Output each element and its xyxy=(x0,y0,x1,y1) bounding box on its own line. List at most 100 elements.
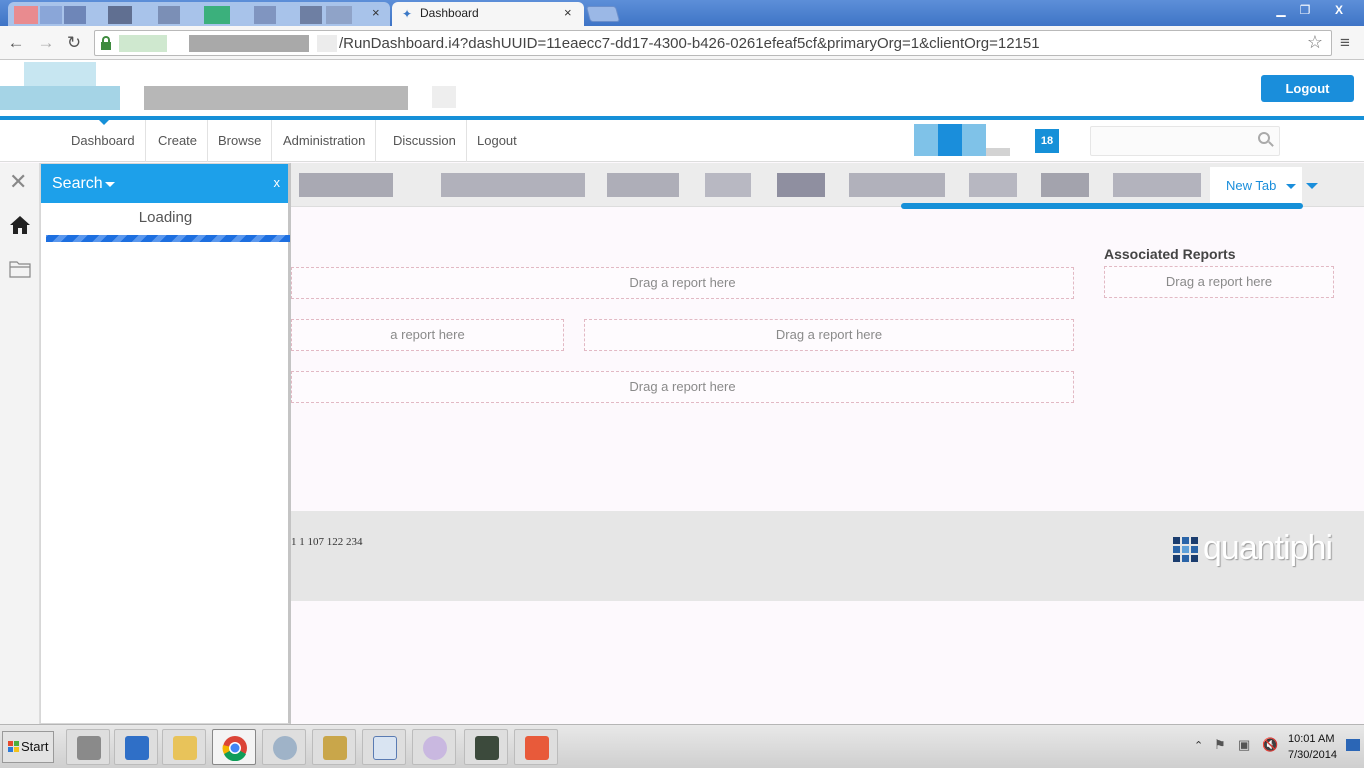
forward-icon[interactable]: → xyxy=(36,33,56,53)
app-favicon-icon: ✦ xyxy=(402,7,413,21)
search-panel-header: Search x xyxy=(41,164,288,203)
tabs-overflow-icon[interactable] xyxy=(1306,183,1318,189)
pixelated-dashboard-tab[interactable] xyxy=(969,173,1017,197)
pixelated-url-segment xyxy=(189,35,309,52)
close-icon[interactable]: ✕ xyxy=(9,171,27,193)
tab-title: Dashboard xyxy=(420,6,479,20)
pixelated-dashboard-tab[interactable] xyxy=(441,173,585,197)
pixelated-block xyxy=(938,124,962,156)
search-panel-close-button[interactable]: x xyxy=(274,175,281,190)
dashboard-tab-strip: New Tab xyxy=(291,163,1364,207)
url-bar[interactable]: /RunDashboard.i4?dashUUID=11eaecc7-dd17-… xyxy=(94,30,1332,56)
brand-wordmark: quantiphi xyxy=(1203,529,1333,567)
restore-icon[interactable]: ❐ xyxy=(1292,1,1318,19)
new-dashboard-tab[interactable]: New Tab xyxy=(1210,167,1302,203)
pixelated-block xyxy=(432,86,456,108)
browser-tab-active[interactable]: ✦ Dashboard × xyxy=(392,2,584,26)
pixelated-block xyxy=(64,6,86,24)
bookmark-star-icon[interactable]: ☆ xyxy=(1307,32,1323,53)
file-explorer-icon[interactable] xyxy=(162,729,206,765)
browser-menu-icon[interactable]: ≡ xyxy=(1340,33,1350,53)
app-header: Logout xyxy=(0,60,1364,116)
folder-icon[interactable] xyxy=(9,259,31,282)
notification-badge[interactable]: 18 xyxy=(1035,129,1059,153)
left-rail: ✕ xyxy=(0,163,40,724)
tools-icon[interactable] xyxy=(312,729,356,765)
document-icon[interactable] xyxy=(362,729,406,765)
nav-administration[interactable]: Administration xyxy=(273,120,377,162)
windows-flag-icon xyxy=(8,741,20,753)
search-panel: Search x Loading xyxy=(40,163,291,724)
reload-icon[interactable]: ↻ xyxy=(64,33,84,53)
back-icon[interactable]: ← xyxy=(6,33,26,53)
start-label: Start xyxy=(21,739,49,754)
url-text: /RunDashboard.i4?dashUUID=11eaecc7-dd17-… xyxy=(339,35,1040,52)
pixelated-favicon xyxy=(14,6,38,24)
search-icon[interactable] xyxy=(1258,132,1274,148)
quantiphi-logo: quantiphi xyxy=(1173,529,1353,573)
report-drop-zone[interactable]: Drag a report here xyxy=(291,267,1074,299)
app-shortcut-icon[interactable] xyxy=(514,729,558,765)
report-drop-zone[interactable]: Drag a report here xyxy=(584,319,1074,351)
pixelated-dashboard-tab[interactable] xyxy=(1041,173,1089,197)
nav-discussion[interactable]: Discussion xyxy=(383,120,467,162)
pixelated-block xyxy=(326,6,352,24)
browser-tab-inactive[interactable]: × xyxy=(8,2,390,26)
clock-date[interactable]: 7/30/2014 xyxy=(1288,749,1337,761)
home-icon[interactable] xyxy=(9,214,31,239)
pixelated-dashboard-tab[interactable] xyxy=(1113,173,1201,197)
lock-icon xyxy=(101,36,111,50)
pixelated-dashboard-tab[interactable] xyxy=(849,173,945,197)
pixelated-dashboard-tab[interactable] xyxy=(299,173,393,197)
start-button[interactable]: Start xyxy=(2,731,54,763)
pixelated-block xyxy=(300,6,322,24)
nav-dashboard[interactable]: Dashboard xyxy=(61,120,146,162)
associated-reports-title: Associated Reports xyxy=(1104,246,1236,262)
new-tab-label: New Tab xyxy=(1226,178,1277,193)
paint-icon[interactable] xyxy=(412,729,456,765)
pixelated-logo xyxy=(24,62,96,86)
pixelated-block xyxy=(40,6,62,24)
pixelated-dashboard-tab[interactable] xyxy=(607,173,679,197)
logout-button[interactable]: Logout xyxy=(1261,75,1354,102)
chevron-down-icon[interactable] xyxy=(105,182,115,187)
system-tray: ⌃ ⚑ ▣ 🔇 xyxy=(1188,731,1364,765)
window-close-icon[interactable]: X xyxy=(1326,1,1352,19)
pixelated-org-name xyxy=(144,86,408,110)
powershell-icon[interactable] xyxy=(114,729,158,765)
associated-report-drop-zone[interactable]: Drag a report here xyxy=(1104,266,1334,298)
nav-browse[interactable]: Browse xyxy=(208,120,273,162)
tab-close-icon[interactable]: × xyxy=(564,5,572,20)
tray-expand-icon[interactable]: ⌃ xyxy=(1194,739,1203,752)
report-drop-zone[interactable]: a report here xyxy=(291,319,564,351)
pixelated-dashboard-tab[interactable] xyxy=(705,173,751,197)
monitor-icon[interactable] xyxy=(464,729,508,765)
chrome-icon[interactable] xyxy=(212,729,256,765)
volume-muted-icon[interactable]: 🔇 xyxy=(1262,737,1278,753)
nav-search-input[interactable] xyxy=(1090,126,1280,156)
loading-progress-bar xyxy=(46,235,290,242)
pixelated-url-segment xyxy=(119,35,167,52)
new-browser-tab-button[interactable] xyxy=(585,6,621,22)
nav-create[interactable]: Create xyxy=(148,120,209,162)
tab-strip-scrollbar[interactable] xyxy=(901,203,1303,209)
action-center-flag-icon[interactable]: ⚑ xyxy=(1214,737,1226,753)
main-nav: Dashboard Create Browse Administration D… xyxy=(0,120,1364,162)
clock-time[interactable]: 10:01 AM xyxy=(1288,733,1334,745)
server-manager-icon[interactable] xyxy=(66,729,110,765)
pixelated-dashboard-tab[interactable] xyxy=(777,173,825,197)
os-taskbar: Start ⌃ ⚑ ▣ 🔇 10:01 AM 7/30/2014 xyxy=(0,724,1364,768)
pixelated-logo xyxy=(0,86,120,110)
settings-gear-icon[interactable] xyxy=(262,729,306,765)
nav-logout[interactable]: Logout xyxy=(467,120,527,162)
report-drop-zone[interactable]: Drag a report here xyxy=(291,371,1074,403)
pixelated-block xyxy=(158,6,180,24)
pixelated-block xyxy=(204,6,230,24)
tab-close-icon[interactable]: × xyxy=(372,5,380,20)
minimize-icon[interactable]: ▁ xyxy=(1268,1,1294,19)
chevron-down-icon xyxy=(1286,184,1296,189)
pixelated-block xyxy=(254,6,276,24)
show-desktop-icon[interactable] xyxy=(1346,739,1360,751)
network-icon[interactable]: ▣ xyxy=(1238,737,1250,753)
search-panel-title[interactable]: Search xyxy=(52,175,103,193)
